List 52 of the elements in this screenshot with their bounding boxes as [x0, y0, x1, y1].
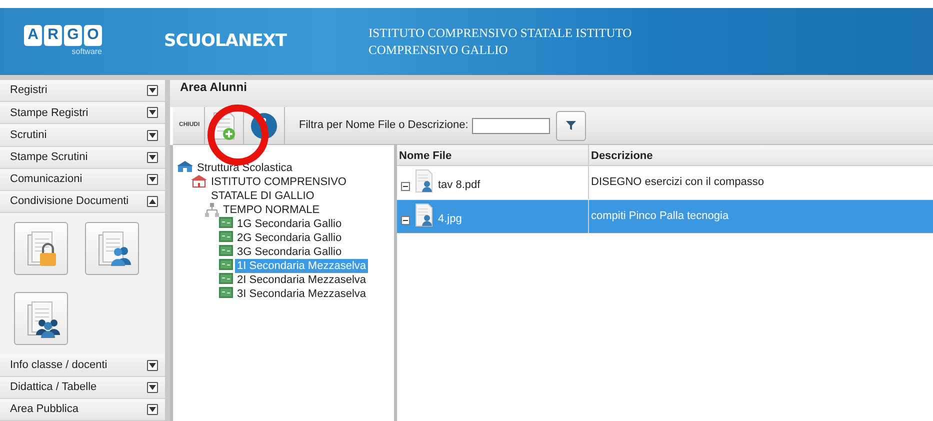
logo-letter: G	[64, 25, 82, 46]
school-icon	[177, 161, 193, 173]
building-icon	[191, 175, 207, 188]
blackboard-icon	[219, 287, 233, 298]
institute-name: ISTITUTO COMPRENSIVO STATALE ISTITUTO COMPRENSIVO GALLIO	[368, 25, 633, 58]
sidebar-section[interactable]: Didattica / Tabelle	[0, 376, 165, 399]
tree-item[interactable]: ISTITUTO COMPRENSIVO STATALE DI GALLIO	[209, 175, 389, 203]
blackboard-icon	[219, 273, 233, 284]
file-description: compiti Pinco Palla tecnogia	[590, 209, 730, 224]
sidebar-section[interactable]: Registri	[0, 80, 165, 102]
sidebar-section[interactable]: Comunicazioni	[0, 168, 165, 192]
shared-file-icon	[414, 169, 434, 193]
file-name: tav 8.pdf	[438, 178, 480, 192]
blackboard-icon	[219, 245, 233, 256]
file-name: 4.jpg	[438, 212, 462, 226]
file-description: DISEGNO esercizi con il compasso	[590, 175, 765, 190]
info-icon	[250, 112, 278, 140]
column-header: Nome File	[397, 145, 589, 165]
sidebar-section[interactable]: Stampe Scrutini	[0, 146, 165, 169]
expand-icon	[401, 182, 410, 191]
expand-icon	[401, 216, 410, 225]
filter-label: Filtra per Nome File o Descrizione:	[299, 118, 468, 134]
sidebar-section[interactable]: Scrutini	[0, 124, 165, 147]
tree-item[interactable]: Struttura Scolastica	[195, 161, 294, 175]
blackboard-icon	[219, 259, 233, 270]
tree-item[interactable]: TEMPO NORMALE	[221, 203, 322, 217]
logo-caption: software	[72, 46, 102, 58]
blackboard-icon	[219, 231, 233, 242]
panel-title: Area Alunni	[170, 80, 933, 107]
tile-button[interactable]	[85, 222, 139, 276]
sidebar-section[interactable]: Stampe Registri	[0, 102, 165, 124]
column-header: Descrizione	[590, 149, 654, 164]
sidebar-section[interactable]: Area Pubblica	[0, 398, 165, 421]
tile-button[interactable]	[14, 292, 68, 346]
tree-item[interactable]: 3I Secondaria Mezzaselva	[235, 287, 368, 301]
tree-item[interactable]: 2G Secondaria Gallio	[235, 231, 344, 245]
filter-icon	[566, 121, 576, 130]
logo-letter: O	[84, 25, 102, 46]
shared-file-icon	[414, 203, 434, 227]
sidebar-section[interactable]: Info classe / docenti	[0, 354, 165, 377]
sidebar-section[interactable]: Condivisione Documenti	[0, 191, 165, 214]
blackboard-icon	[219, 217, 233, 228]
tree-item[interactable]: 3G Secondaria Gallio	[235, 245, 344, 259]
hierarchy-icon	[205, 203, 219, 217]
tile-button[interactable]	[14, 222, 68, 276]
product-name: SCUOLANEXT	[164, 30, 287, 53]
tree-item[interactable]: 1G Secondaria Gallio	[235, 217, 344, 231]
logo-letter: R	[44, 25, 62, 46]
logo-letter: A	[24, 25, 42, 46]
filter-field[interactable]	[472, 118, 550, 134]
tree-item[interactable]: 2I Secondaria Mezzaselva	[235, 273, 368, 287]
filter-button[interactable]	[556, 110, 586, 140]
